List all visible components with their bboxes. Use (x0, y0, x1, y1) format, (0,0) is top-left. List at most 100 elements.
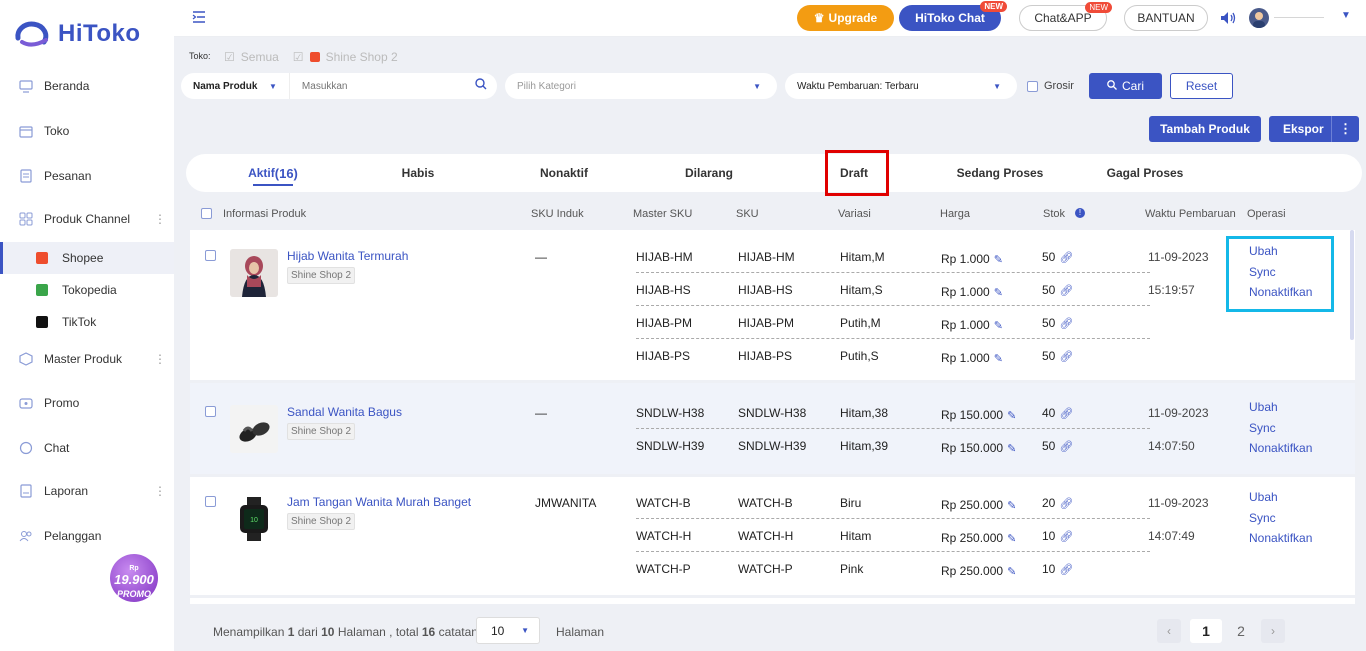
tab-label: Habis (401, 166, 435, 180)
promo-currency: Rp (129, 565, 139, 572)
scrollbar[interactable] (1350, 230, 1354, 340)
category-select[interactable]: Pilih Kategori ▼ (505, 73, 777, 99)
ubah-link[interactable]: Ubah (1249, 490, 1278, 504)
product-thumbnail[interactable] (230, 249, 278, 297)
product-name-link[interactable]: Hijab Wanita Termurah (287, 249, 408, 263)
select-all-checkbox[interactable] (201, 208, 212, 219)
chevron-down-icon: ▼ (521, 626, 529, 635)
master-sku: WATCH-B (636, 496, 691, 510)
tab-nonaktif[interactable]: Nonaktif (526, 154, 602, 192)
tab-aktif[interactable]: Aktif (16) (236, 154, 310, 192)
search-field-select[interactable]: Nama Produk (181, 81, 269, 92)
next-page-button[interactable]: › (1261, 619, 1285, 643)
sidebar-item-master-produk[interactable]: Master Produk ⋮ (0, 341, 174, 377)
reset-button[interactable]: Reset (1170, 73, 1233, 99)
link-icon[interactable]: 🔗︎ (1059, 350, 1073, 363)
edit-pencil-icon[interactable]: ✎ (994, 253, 1003, 266)
checkbox[interactable] (1027, 80, 1038, 92)
product-row: Sandal Wanita Bagus Shine Shop 2 — SNDLW… (190, 383, 1355, 474)
tambah-produk-button[interactable]: Tambah Produk (1149, 116, 1261, 142)
tab-dilarang[interactable]: Dilarang (672, 154, 746, 192)
sidebar-item-promo[interactable]: Promo (0, 385, 174, 421)
sync-link[interactable]: Sync (1249, 511, 1276, 525)
check-icon[interactable]: ☑ (293, 50, 304, 64)
sidebar-item-pesanan[interactable]: Pesanan (0, 158, 174, 194)
sidebar-item-beranda[interactable]: Beranda (0, 68, 174, 104)
edit-pencil-icon[interactable]: ✎ (1007, 565, 1016, 578)
kebab-icon[interactable]: ⋮ (154, 352, 166, 366)
chevron-down-icon[interactable]: ▼ (1341, 10, 1351, 21)
collapse-menu-icon[interactable] (192, 10, 206, 27)
link-icon[interactable]: 🔗︎ (1059, 497, 1073, 510)
grosir-checkbox[interactable]: Grosir (1027, 80, 1074, 92)
sort-select[interactable]: Waktu Pembaruan: Terbaru ▼ (785, 73, 1017, 99)
page-1-button[interactable]: 1 (1190, 619, 1222, 643)
link-icon[interactable]: 🔗︎ (1059, 530, 1073, 543)
sidebar-channel-tokopedia[interactable]: Tokopedia (0, 274, 174, 306)
kebab-icon[interactable]: ⋮ (154, 484, 166, 498)
sidebar-item-laporan[interactable]: Laporan ⋮ (0, 473, 174, 509)
row-checkbox[interactable] (205, 250, 216, 261)
product-name-link[interactable]: Sandal Wanita Bagus (287, 405, 402, 419)
product-name-link[interactable]: Jam Tangan Wanita Murah Banget (287, 495, 471, 509)
promo-badge[interactable]: Rp 19.900 PROMO (110, 554, 158, 602)
shop-filter-name[interactable]: Shine Shop 2 (326, 50, 398, 64)
more-options-icon[interactable]: ⋮ (1331, 116, 1359, 142)
bantuan-button[interactable]: BANTUAN (1124, 5, 1208, 31)
sidebar-item-toko[interactable]: Toko (0, 113, 174, 149)
link-icon[interactable]: 🔗︎ (1059, 563, 1073, 576)
chat-app-button[interactable]: Chat&APP NEW (1019, 2, 1112, 31)
page-2-button[interactable]: 2 (1227, 619, 1255, 643)
variasi: Pink (840, 562, 864, 576)
per-page-select[interactable]: 10 ▼ (476, 617, 540, 644)
sidebar-item-chat[interactable]: Chat (0, 430, 174, 466)
link-icon[interactable]: 🔗︎ (1059, 317, 1073, 330)
link-icon[interactable]: 🔗︎ (1059, 440, 1073, 453)
chevron-down-icon[interactable]: ▼ (269, 82, 277, 91)
nonaktifkan-link[interactable]: Nonaktifkan (1249, 441, 1312, 455)
product-thumbnail[interactable] (230, 405, 278, 453)
row-checkbox[interactable] (205, 406, 216, 417)
tab-habis[interactable]: Habis (386, 154, 450, 192)
brand-logo[interactable]: HiToko (14, 18, 141, 50)
search-input[interactable] (289, 80, 460, 92)
price: Rp 1.000 (941, 285, 990, 299)
ekspor-button[interactable]: Ekspor ⋮ (1269, 116, 1359, 142)
sidebar-channel-tiktok[interactable]: TikTok (0, 306, 174, 338)
search-icon[interactable] (475, 78, 487, 93)
kebab-icon[interactable]: ⋮ (154, 212, 166, 226)
link-icon[interactable]: 🔗︎ (1059, 407, 1073, 420)
info-icon[interactable]: ! (1075, 208, 1085, 218)
link-icon[interactable]: 🔗︎ (1059, 251, 1073, 264)
product-thumbnail[interactable]: 10 (230, 495, 278, 543)
cari-button[interactable]: Cari (1089, 73, 1162, 99)
tab-count: (16) (274, 165, 298, 181)
master-sku: HIJAB-PS (636, 349, 691, 363)
sidebar-item-produk-channel[interactable]: Produk Channel ⋮ (0, 201, 174, 237)
nonaktifkan-link[interactable]: Nonaktifkan (1249, 531, 1312, 545)
edit-pencil-icon[interactable]: ✎ (994, 319, 1003, 332)
edit-pencil-icon[interactable]: ✎ (994, 352, 1003, 365)
shop-filter-all[interactable]: Semua (241, 50, 279, 64)
stock: 50 (1042, 316, 1056, 330)
tab-gagal-proses[interactable]: Gagal Proses (1096, 154, 1194, 192)
tab-sedang-proses[interactable]: Sedang Proses (946, 154, 1054, 192)
edit-pencil-icon[interactable]: ✎ (1007, 499, 1016, 512)
link-icon[interactable]: 🔗︎ (1059, 284, 1073, 297)
prev-page-button[interactable]: ‹ (1157, 619, 1181, 643)
edit-pencil-icon[interactable]: ✎ (1007, 409, 1016, 422)
speaker-icon[interactable] (1220, 11, 1238, 28)
variasi: Putih,S (840, 349, 879, 363)
sync-link[interactable]: Sync (1249, 421, 1276, 435)
edit-pencil-icon[interactable]: ✎ (1007, 442, 1016, 455)
check-icon[interactable]: ☑ (224, 50, 235, 64)
hitoko-chat-button[interactable]: HiToko Chat NEW (899, 1, 1007, 31)
avatar[interactable] (1249, 8, 1269, 28)
sidebar-item-pelanggan[interactable]: Pelanggan (0, 518, 174, 554)
row-checkbox[interactable] (205, 496, 216, 507)
sidebar-channel-shopee[interactable]: Shopee (0, 242, 174, 274)
upgrade-button[interactable]: ♛ Upgrade (797, 5, 894, 31)
edit-pencil-icon[interactable]: ✎ (994, 286, 1003, 299)
edit-pencil-icon[interactable]: ✎ (1007, 532, 1016, 545)
ubah-link[interactable]: Ubah (1249, 400, 1278, 414)
